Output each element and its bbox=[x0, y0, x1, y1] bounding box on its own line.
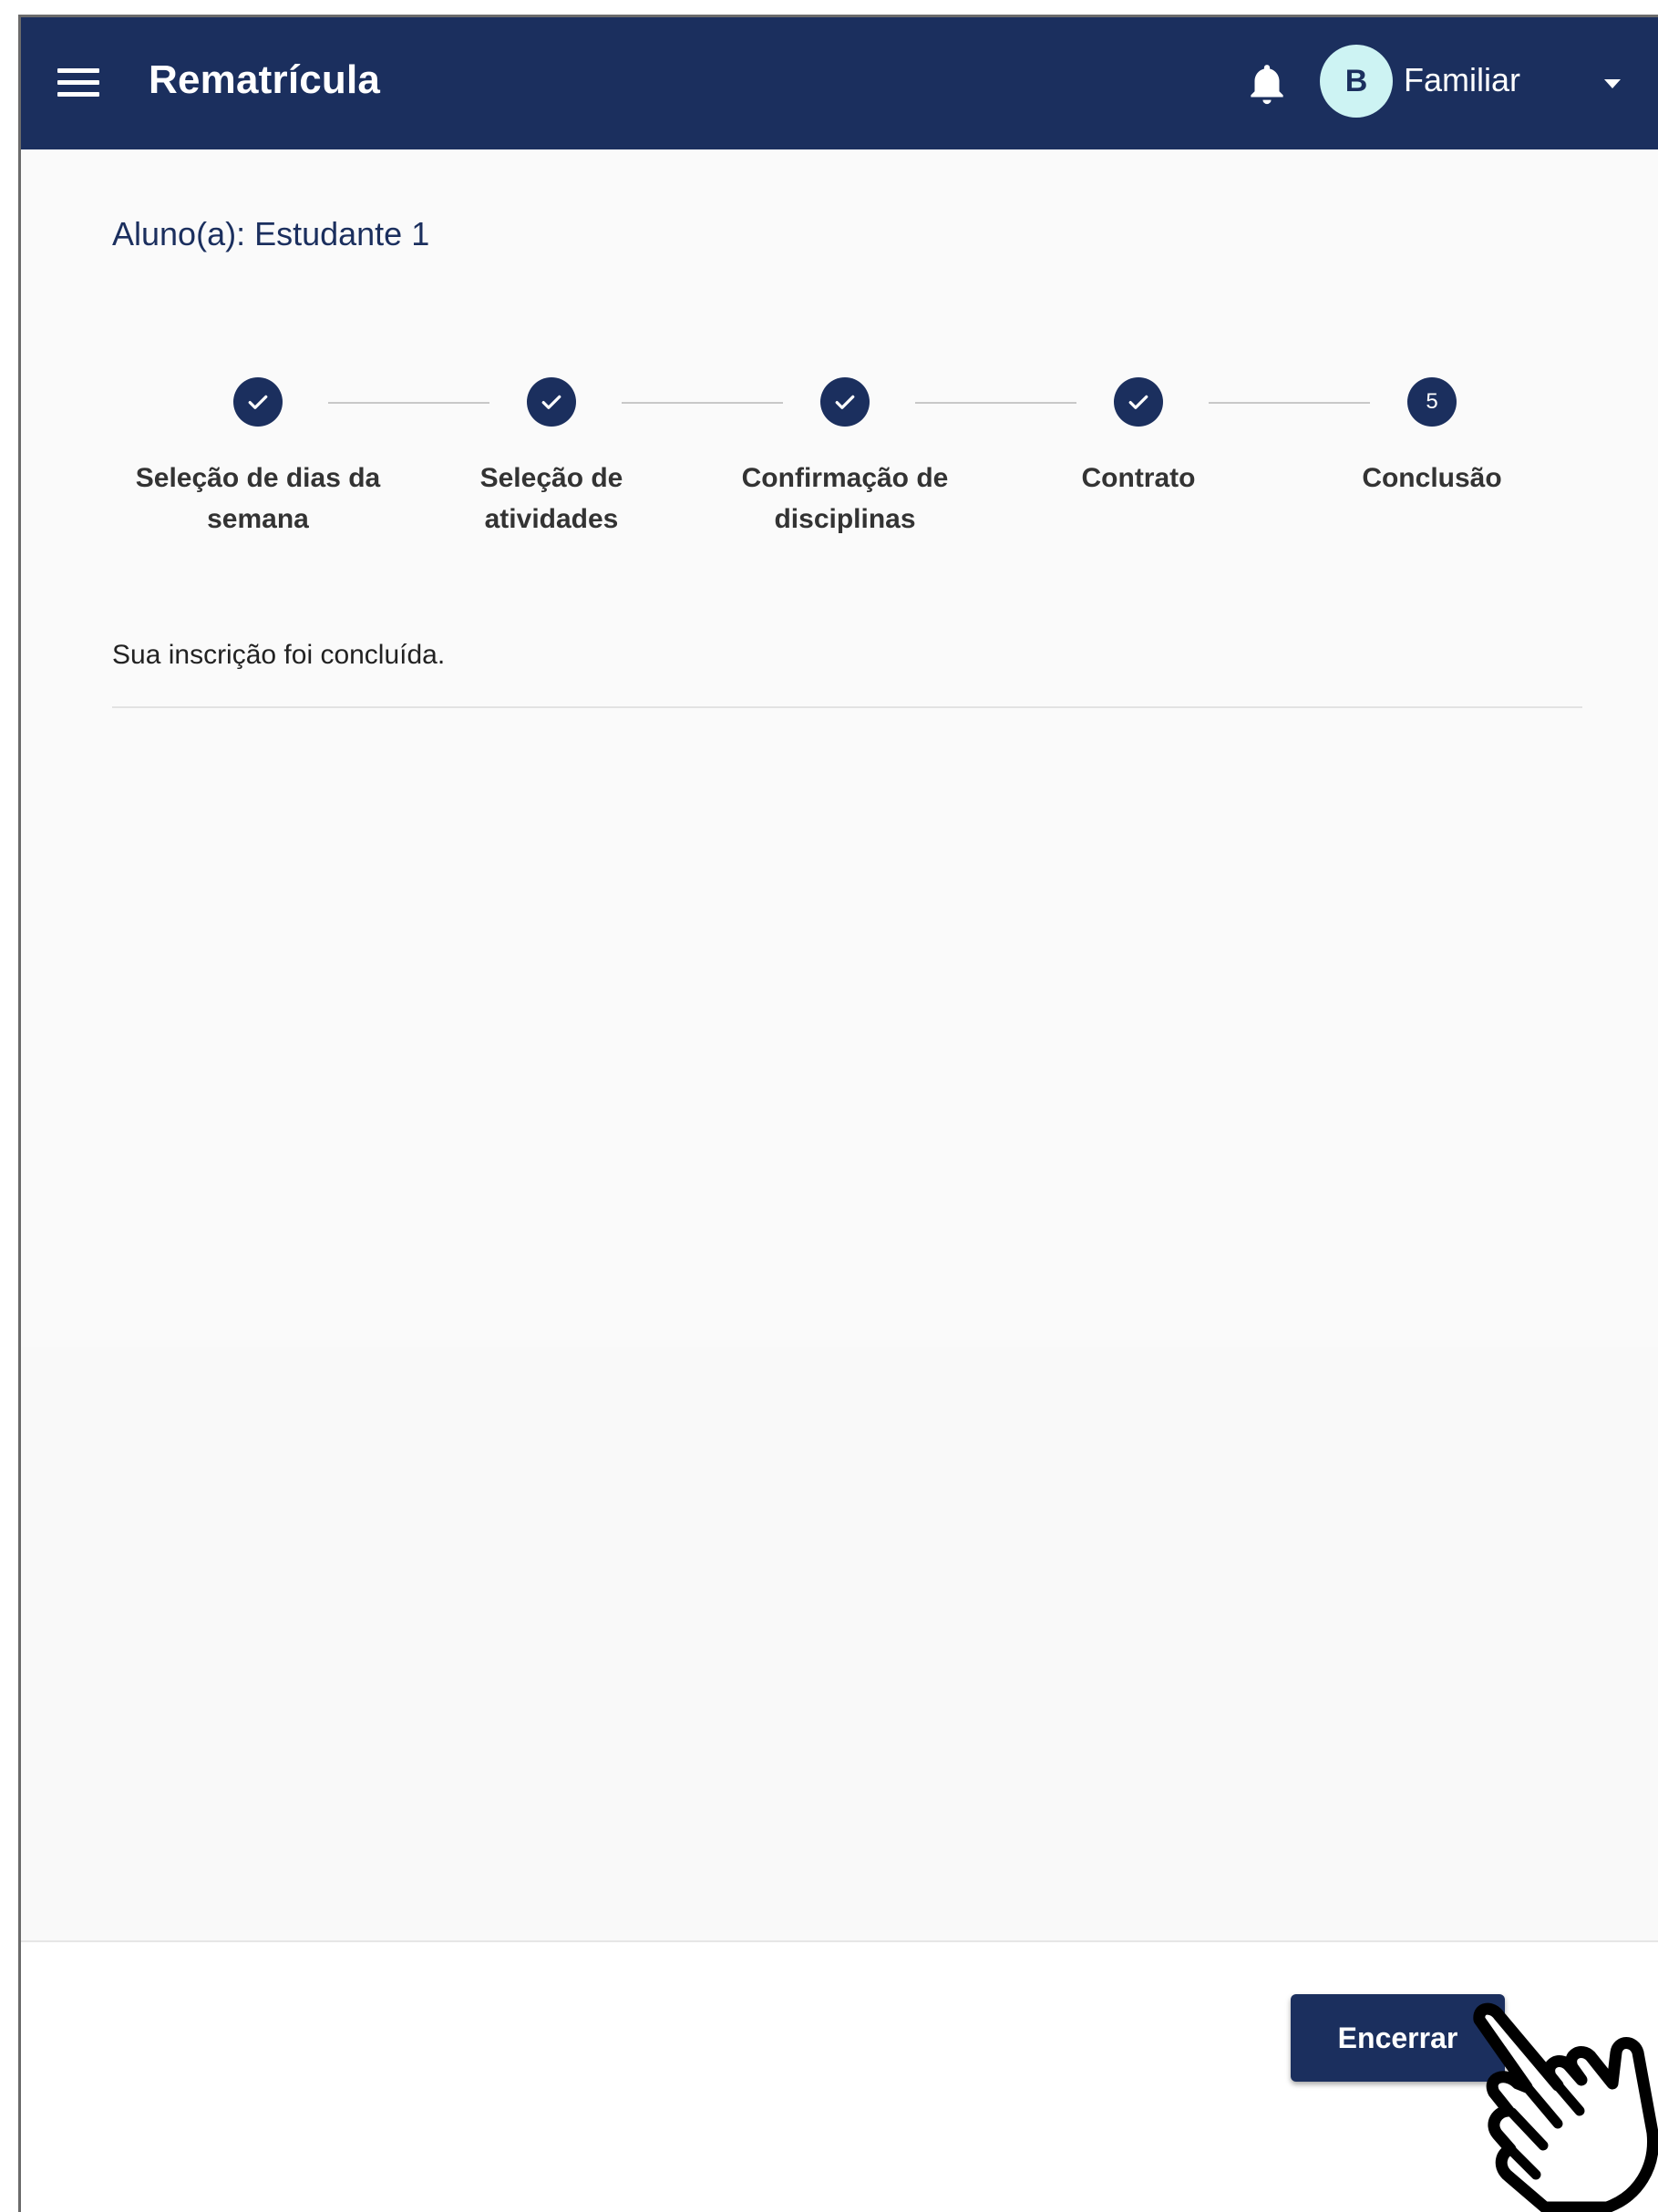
divider bbox=[112, 706, 1582, 708]
step-label: Seleção de atividades bbox=[479, 463, 623, 534]
step-label: Confirmação de disciplinas bbox=[741, 463, 949, 534]
check-icon bbox=[1114, 377, 1163, 427]
step-connector bbox=[328, 402, 489, 404]
step-number: 5 bbox=[1407, 377, 1457, 427]
content-area-lower bbox=[21, 1347, 1658, 1940]
stepper: Seleção de dias da semana Seleção de ati… bbox=[21, 377, 1658, 560]
check-icon bbox=[233, 377, 283, 427]
step-label: Conclusão bbox=[1362, 463, 1502, 493]
pointing-hand-icon bbox=[1473, 2002, 1658, 2212]
footer: Encerrar bbox=[21, 1940, 1658, 2212]
top-app-bar: Rematrícula B Familiar bbox=[21, 17, 1658, 149]
step-connector bbox=[622, 402, 783, 404]
step-label: Seleção de dias da semana bbox=[135, 463, 381, 534]
user-name[interactable]: Familiar bbox=[1404, 61, 1520, 99]
step-connector bbox=[1209, 402, 1370, 404]
main-content: Aluno(a): Estudante 1 Seleção de dias da… bbox=[21, 149, 1658, 1347]
chevron-down-icon[interactable] bbox=[1604, 79, 1621, 88]
app-window: Rematrícula B Familiar Aluno(a): Estudan… bbox=[18, 15, 1658, 2212]
check-icon bbox=[527, 377, 576, 427]
step-connector bbox=[915, 402, 1076, 404]
check-icon bbox=[820, 377, 870, 427]
success-message: Sua inscrição foi concluída. bbox=[112, 640, 446, 670]
step-label: Contrato bbox=[1081, 463, 1196, 493]
avatar[interactable]: B bbox=[1320, 45, 1393, 118]
bell-icon[interactable] bbox=[1244, 61, 1290, 110]
student-label: Aluno(a): Estudante 1 bbox=[112, 215, 430, 252]
menu-icon[interactable] bbox=[57, 68, 99, 99]
page-title: Rematrícula bbox=[149, 57, 381, 102]
